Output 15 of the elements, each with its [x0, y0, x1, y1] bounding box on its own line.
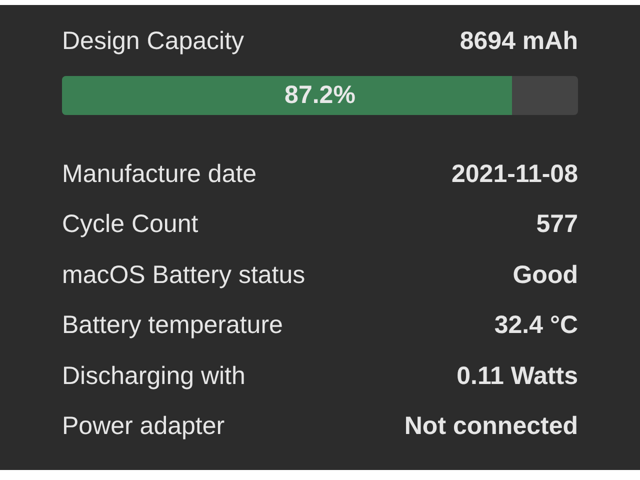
detail-value: 0.11 Watts: [456, 362, 578, 391]
capacity-label: Design Capacity: [62, 26, 244, 56]
detail-value: 577: [536, 210, 578, 240]
detail-value: 2021-11-08: [451, 160, 578, 189]
detail-label: Discharging with: [62, 362, 246, 391]
detail-label: Power adapter: [62, 412, 225, 442]
health-percentage: 87.2%: [284, 81, 356, 110]
detail-value: Not connected: [404, 412, 578, 442]
capacity-value: 8694 mAh: [460, 26, 578, 56]
detail-label: Manufacture date: [62, 160, 257, 189]
detail-label: Battery temperature: [62, 311, 283, 340]
detail-value: 32.4 °C: [494, 311, 578, 340]
detail-value: Good: [512, 260, 578, 290]
detail-label: Cycle Count: [62, 210, 198, 240]
detail-label: macOS Battery status: [62, 260, 306, 290]
